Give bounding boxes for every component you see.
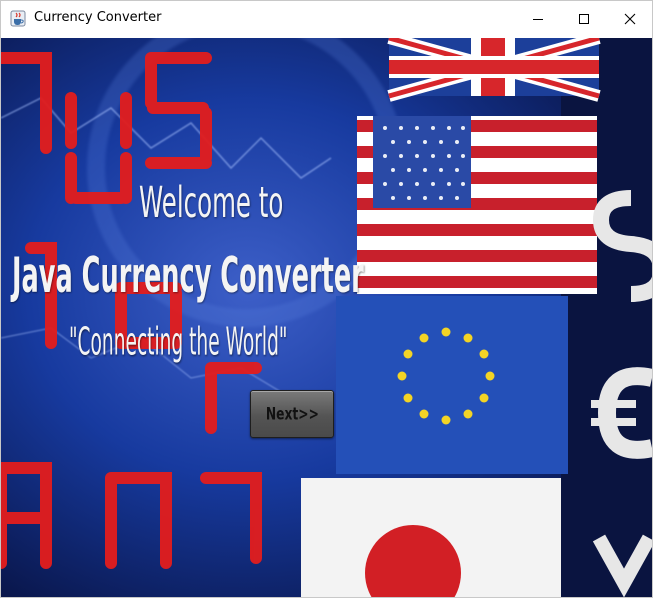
close-button[interactable] — [607, 1, 652, 37]
app-name-heading: Java Currency Converter — [12, 248, 364, 305]
welcome-panel: Welcome to Java Currency Converter "Conn… — [1, 38, 652, 597]
tagline: "Connecting the World" — [69, 320, 288, 365]
next-button[interactable]: Next>> — [250, 390, 334, 438]
java-cup-icon — [10, 10, 26, 27]
window-title: Currency Converter — [34, 10, 162, 25]
minimize-icon — [533, 19, 543, 20]
maximize-icon — [579, 14, 589, 24]
background-image — [1, 38, 652, 597]
next-button-label: Next>> — [265, 403, 319, 425]
welcome-heading: Welcome to — [139, 178, 284, 228]
minimize-button[interactable] — [515, 1, 561, 37]
app-window: Currency Converter Welcome to Java Curre… — [0, 0, 653, 598]
title-bar[interactable]: Currency Converter — [1, 1, 652, 37]
close-icon — [624, 13, 636, 25]
maximize-button[interactable] — [561, 1, 607, 37]
